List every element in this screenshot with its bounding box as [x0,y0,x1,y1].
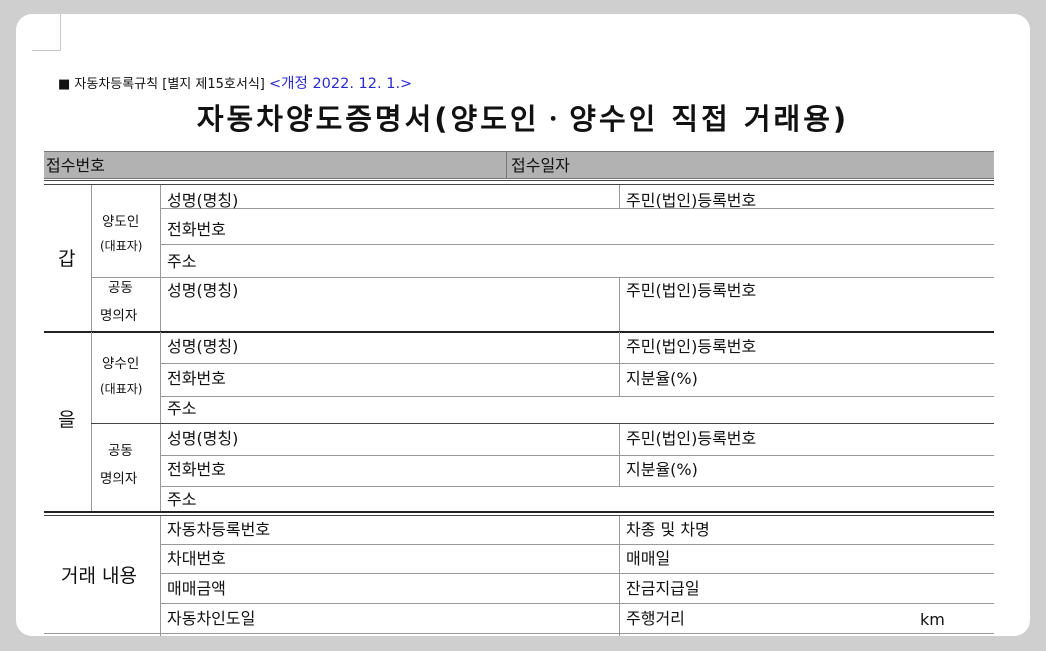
transferor-address-label: 주소 [167,252,197,271]
transferee-address-label: 주소 [167,399,197,418]
transferor-id-label: 주민(법인)등록번호 [626,191,757,210]
transferee-co-owner-label: 공동 [108,443,133,459]
grid-line [160,455,994,456]
grid-line [44,633,994,634]
receipt-number-label: 접수번호 [46,156,105,175]
transferee-co-owner-label-2: 명의자 [100,471,138,487]
grid-line [160,396,994,397]
transferee-co-owner-phone-label: 전화번호 [167,460,226,479]
transferee-name-label: 성명(명칭) [167,337,239,356]
transferee-co-owner-id-label: 주민(법인)등록번호 [626,429,757,448]
grid-line [619,332,620,396]
form-revision: <개정 2022. 12. 1.> [269,76,413,92]
registration-number-label: 자동차등록번호 [167,520,271,539]
transferee-label: 양수인 [102,356,140,372]
grid-line [160,603,994,604]
transferee-co-owner-share-label: 지분율(%) [626,460,698,479]
grid-line [619,516,620,636]
transferee-co-owner-name-label: 성명(명칭) [167,429,239,448]
separator-line [44,184,994,185]
section-separator [44,515,994,516]
corner-mark [32,14,61,51]
transferee-representative-label: (대표자) [100,382,143,396]
transaction-label: 거래 내용 [61,565,137,587]
sale-price-label: 매매금액 [167,579,226,598]
grid-line [160,486,994,487]
separator-line [44,180,994,181]
transferor-co-owner-name-label: 성명(명칭) [167,281,239,300]
vehicle-model-label: 차종 및 차명 [626,520,710,539]
transferor-co-owner-label-2: 명의자 [100,308,138,324]
grid-line [160,363,994,364]
form-document: ■ 자동차등록규칙 [별지 제15호서식] <개정 2022. 12. 1.> … [16,14,1030,636]
transferor-co-owner-label: 공동 [108,280,133,296]
form-reference: ■ 자동차등록규칙 [별지 제15호서식] <개정 2022. 12. 1.> [58,72,412,93]
grid-line [160,516,161,636]
party-a-label: 갑 [58,248,76,270]
receipt-divider [506,151,507,178]
mileage-label: 주행거리 [626,609,685,628]
transferor-phone-label: 전화번호 [167,220,226,239]
transferor-name-label: 성명(명칭) [167,191,239,210]
grid-line [160,332,161,511]
transferee-id-label: 주민(법인)등록번호 [626,337,757,356]
section-separator [44,511,994,513]
transferor-co-owner-id-label: 주민(법인)등록번호 [626,281,757,300]
grid-line [160,544,994,545]
transferee-phone-label: 전화번호 [167,369,226,388]
sale-date-label: 매매일 [626,549,671,568]
transferor-label: 양도인 [102,214,140,230]
document-title: 자동차양도증명서(양도인ㆍ양수인 직접 거래용) [196,102,850,136]
receipt-date-label: 접수일자 [511,156,570,175]
grid-line [160,244,994,245]
vin-label: 차대번호 [167,549,226,568]
grid-line [160,208,994,209]
section-separator [44,331,994,333]
grid-line [160,573,994,574]
grid-line [160,185,161,331]
grid-line [91,277,994,278]
mileage-unit: km [920,610,945,629]
transferee-co-owner-address-label: 주소 [167,490,197,509]
balance-date-label: 잔금지급일 [626,579,700,598]
delivery-date-label: 자동차인도일 [167,609,256,628]
transferee-share-label: 지분율(%) [626,369,698,388]
grid-line [91,185,92,331]
grid-line [91,423,994,424]
grid-line [619,185,620,208]
grid-line [619,277,620,331]
form-reference-prefix: ■ 자동차등록규칙 [별지 제15호서식] [58,77,265,92]
transferor-representative-label: (대표자) [100,239,143,253]
party-b-label: 을 [58,409,76,431]
grid-line [91,332,92,511]
